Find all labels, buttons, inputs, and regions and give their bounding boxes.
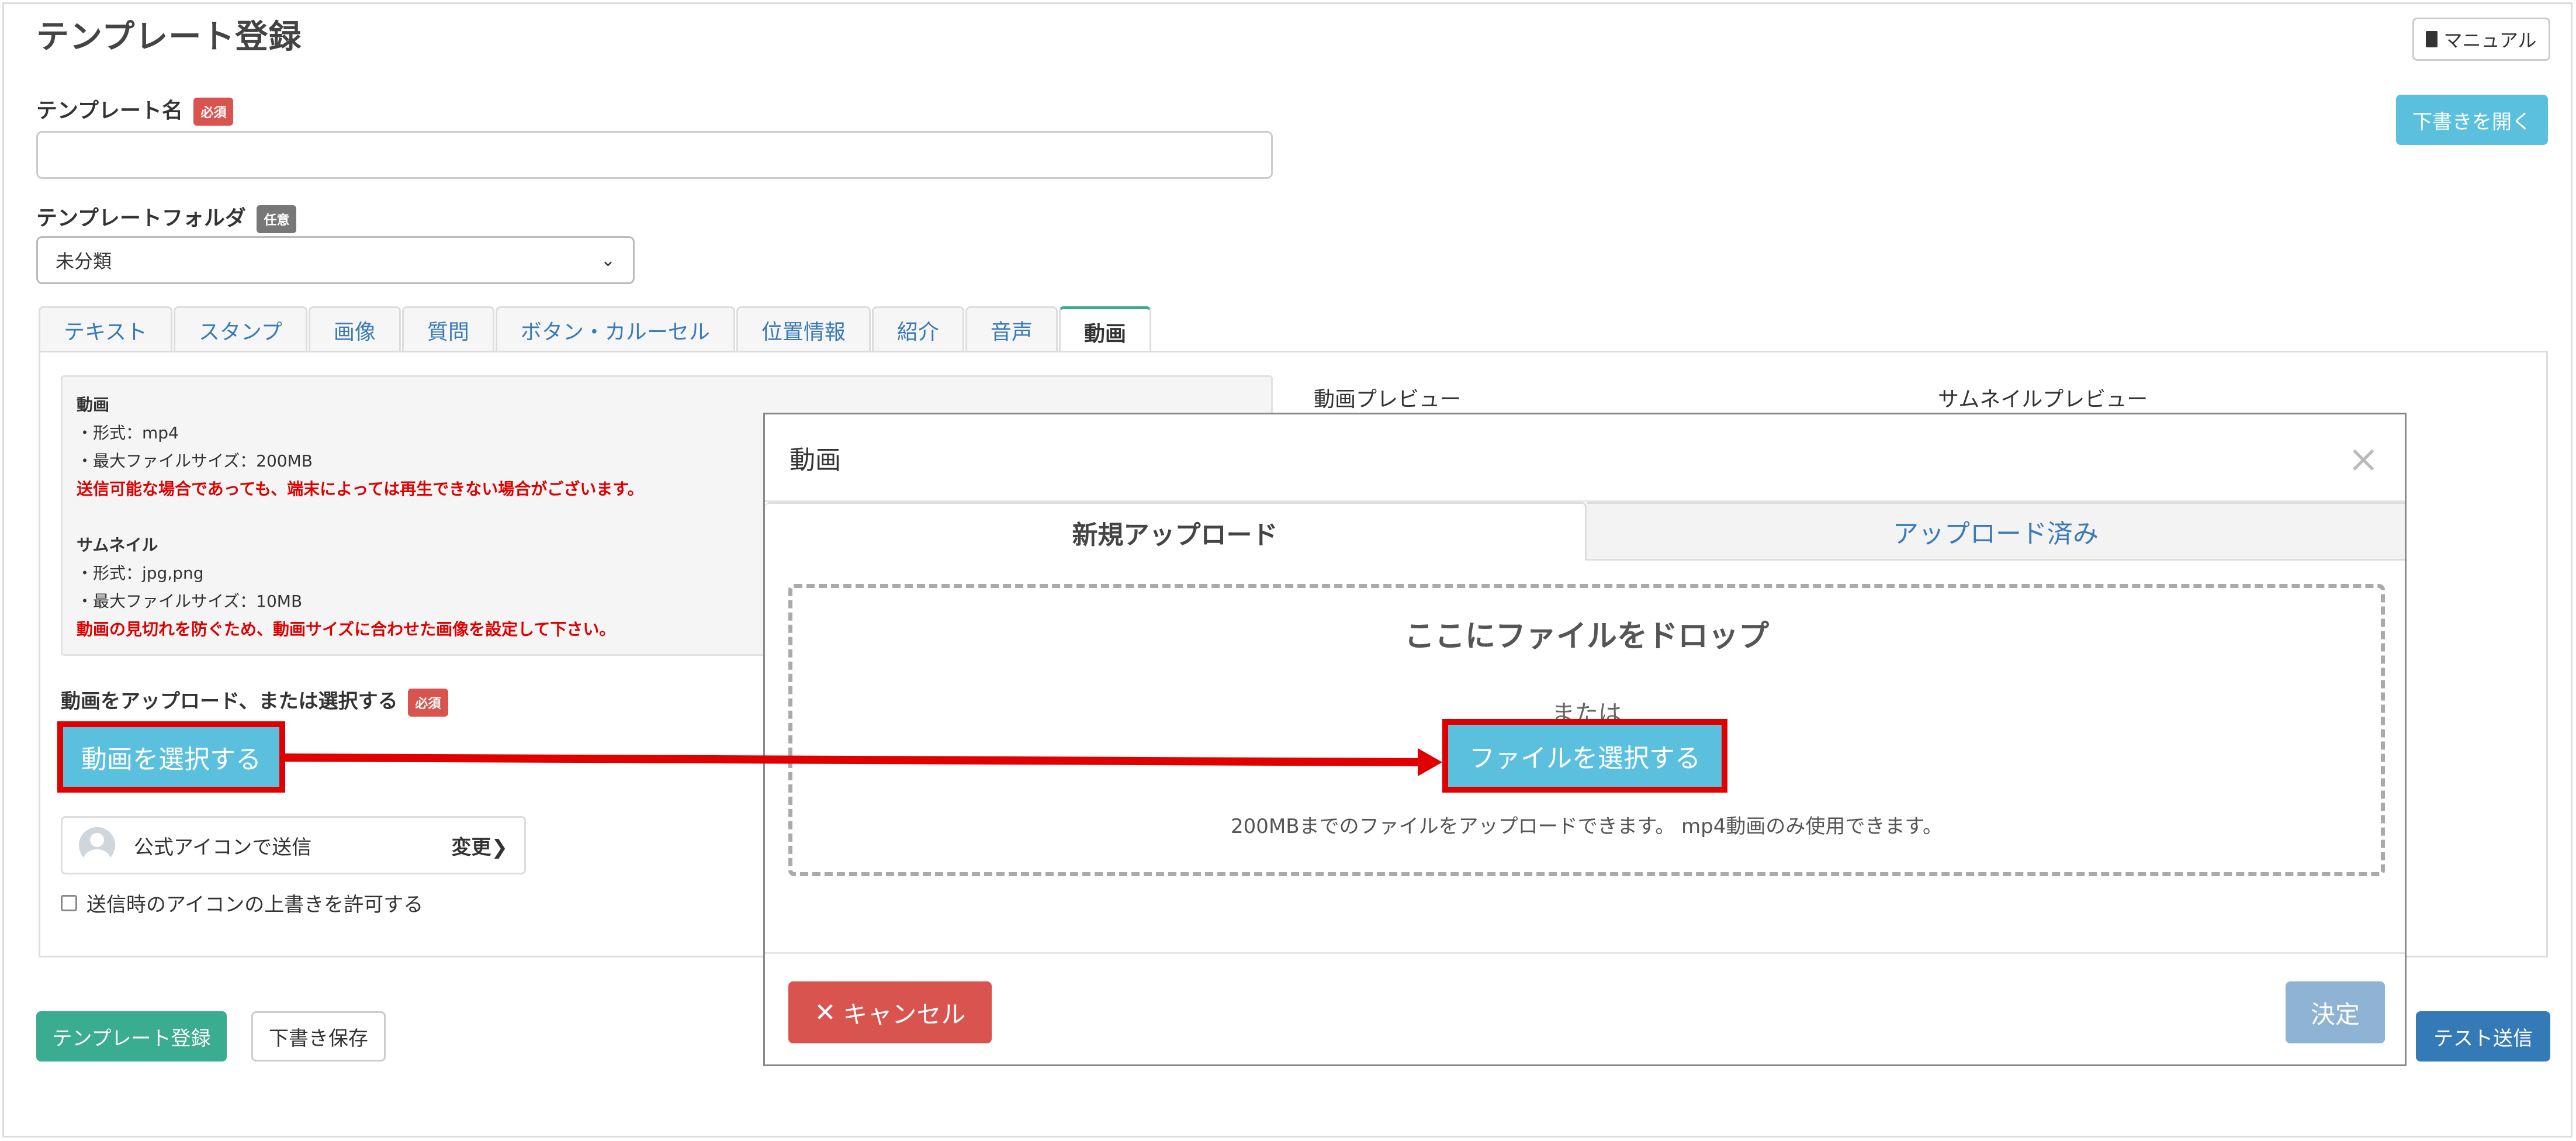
- save-draft-label: 下書き保存: [269, 1026, 368, 1050]
- thumbnail-preview-label: サムネイルプレビュー: [1938, 388, 2148, 412]
- change-sender-link[interactable]: 変更❯: [452, 831, 508, 860]
- test-send-button[interactable]: テスト送信: [2416, 1011, 2550, 1062]
- upload-required-badge: 必須: [408, 688, 448, 717]
- tab-uploaded[interactable]: アップロード済み: [1587, 502, 2405, 561]
- close-icon[interactable]: ×: [2348, 438, 2379, 481]
- upload-label: 動画をアップロード、または選択する 必須: [61, 685, 448, 717]
- template-folder-label: テンプレートフォルダ 任意: [36, 201, 297, 233]
- manual-button[interactable]: マニュアル: [2412, 18, 2550, 61]
- select-file-button[interactable]: ファイルを選択する: [1448, 725, 1722, 787]
- register-template-button[interactable]: テンプレート登録: [36, 1011, 227, 1062]
- tab-image[interactable]: 画像: [308, 306, 401, 352]
- tab-text[interactable]: テキスト: [39, 306, 172, 352]
- select-file-label: ファイルを選択する: [1469, 744, 1701, 773]
- optional-badge: 任意: [257, 205, 297, 233]
- confirm-label: 決定: [2310, 1000, 2360, 1029]
- modal-header: 動画 ×: [765, 414, 2405, 502]
- override-icon-checkbox[interactable]: [61, 894, 77, 911]
- sender-selector[interactable]: 公式アイコンで送信 変更❯: [61, 816, 526, 874]
- cancel-button[interactable]: ✕ キャンセル: [788, 981, 992, 1043]
- template-folder-select[interactable]: 未分類 ⌄: [36, 236, 635, 284]
- test-send-label: テスト送信: [2433, 1026, 2533, 1050]
- tab-stamp[interactable]: スタンプ: [173, 306, 307, 352]
- open-draft-button[interactable]: 下書きを開く: [2396, 95, 2548, 145]
- tab-introduction[interactable]: 紹介: [871, 306, 964, 352]
- modal-title: 動画: [790, 445, 841, 475]
- tab-audio[interactable]: 音声: [965, 306, 1058, 352]
- modal-footer-divider: [765, 952, 2405, 954]
- confirm-button[interactable]: 決定: [2286, 981, 2385, 1043]
- book-icon: [2426, 31, 2438, 47]
- tab-new-upload[interactable]: 新規アップロード: [765, 502, 1587, 561]
- override-icon-option: 送信時のアイコンの上書きを許可する: [61, 888, 423, 917]
- drop-text: ここにファイルをドロップ: [1404, 619, 1769, 654]
- sender-name: 公式アイコンで送信: [134, 835, 312, 859]
- chevron-right-icon: ❯: [491, 835, 508, 859]
- tab-question[interactable]: 質問: [401, 306, 494, 352]
- override-icon-label: 送信時のアイコンの上書きを許可する: [86, 893, 424, 917]
- open-draft-label: 下書きを開く: [2412, 110, 2532, 134]
- save-draft-button[interactable]: 下書き保存: [251, 1011, 386, 1062]
- tab-video[interactable]: 動画: [1058, 306, 1151, 354]
- note-text: 200MBまでのファイルをアップロードできます。 mp4動画のみ使用できます。: [1231, 815, 1943, 838]
- chevron-down-icon: ⌄: [600, 250, 615, 271]
- template-name-label: テンプレート名 必須: [36, 94, 234, 126]
- select-video-label: 動画を選択する: [81, 745, 261, 775]
- register-label: テンプレート登録: [52, 1026, 211, 1050]
- modal-tabs: 新規アップロード アップロード済み: [765, 502, 2405, 561]
- select-video-button[interactable]: 動画を選択する: [63, 727, 279, 787]
- required-badge: 必須: [193, 98, 234, 126]
- cancel-label: キャンセル: [843, 1000, 966, 1029]
- tab-button-carousel[interactable]: ボタン・カルーセル: [495, 306, 735, 352]
- template-name-input[interactable]: [36, 131, 1273, 179]
- folder-selected-value: 未分類: [56, 250, 112, 272]
- close-x-icon: ✕: [814, 997, 836, 1028]
- page-title: テンプレート登録: [36, 18, 302, 56]
- video-preview-label: 動画プレビュー: [1314, 388, 1462, 412]
- tab-location[interactable]: 位置情報: [736, 306, 871, 352]
- message-type-tabs: テキスト スタンプ 画像 質問 ボタン・カルーセル 位置情報 紹介 音声 動画: [39, 306, 1152, 354]
- manual-button-label: マニュアル: [2443, 29, 2537, 51]
- avatar: [79, 827, 115, 863]
